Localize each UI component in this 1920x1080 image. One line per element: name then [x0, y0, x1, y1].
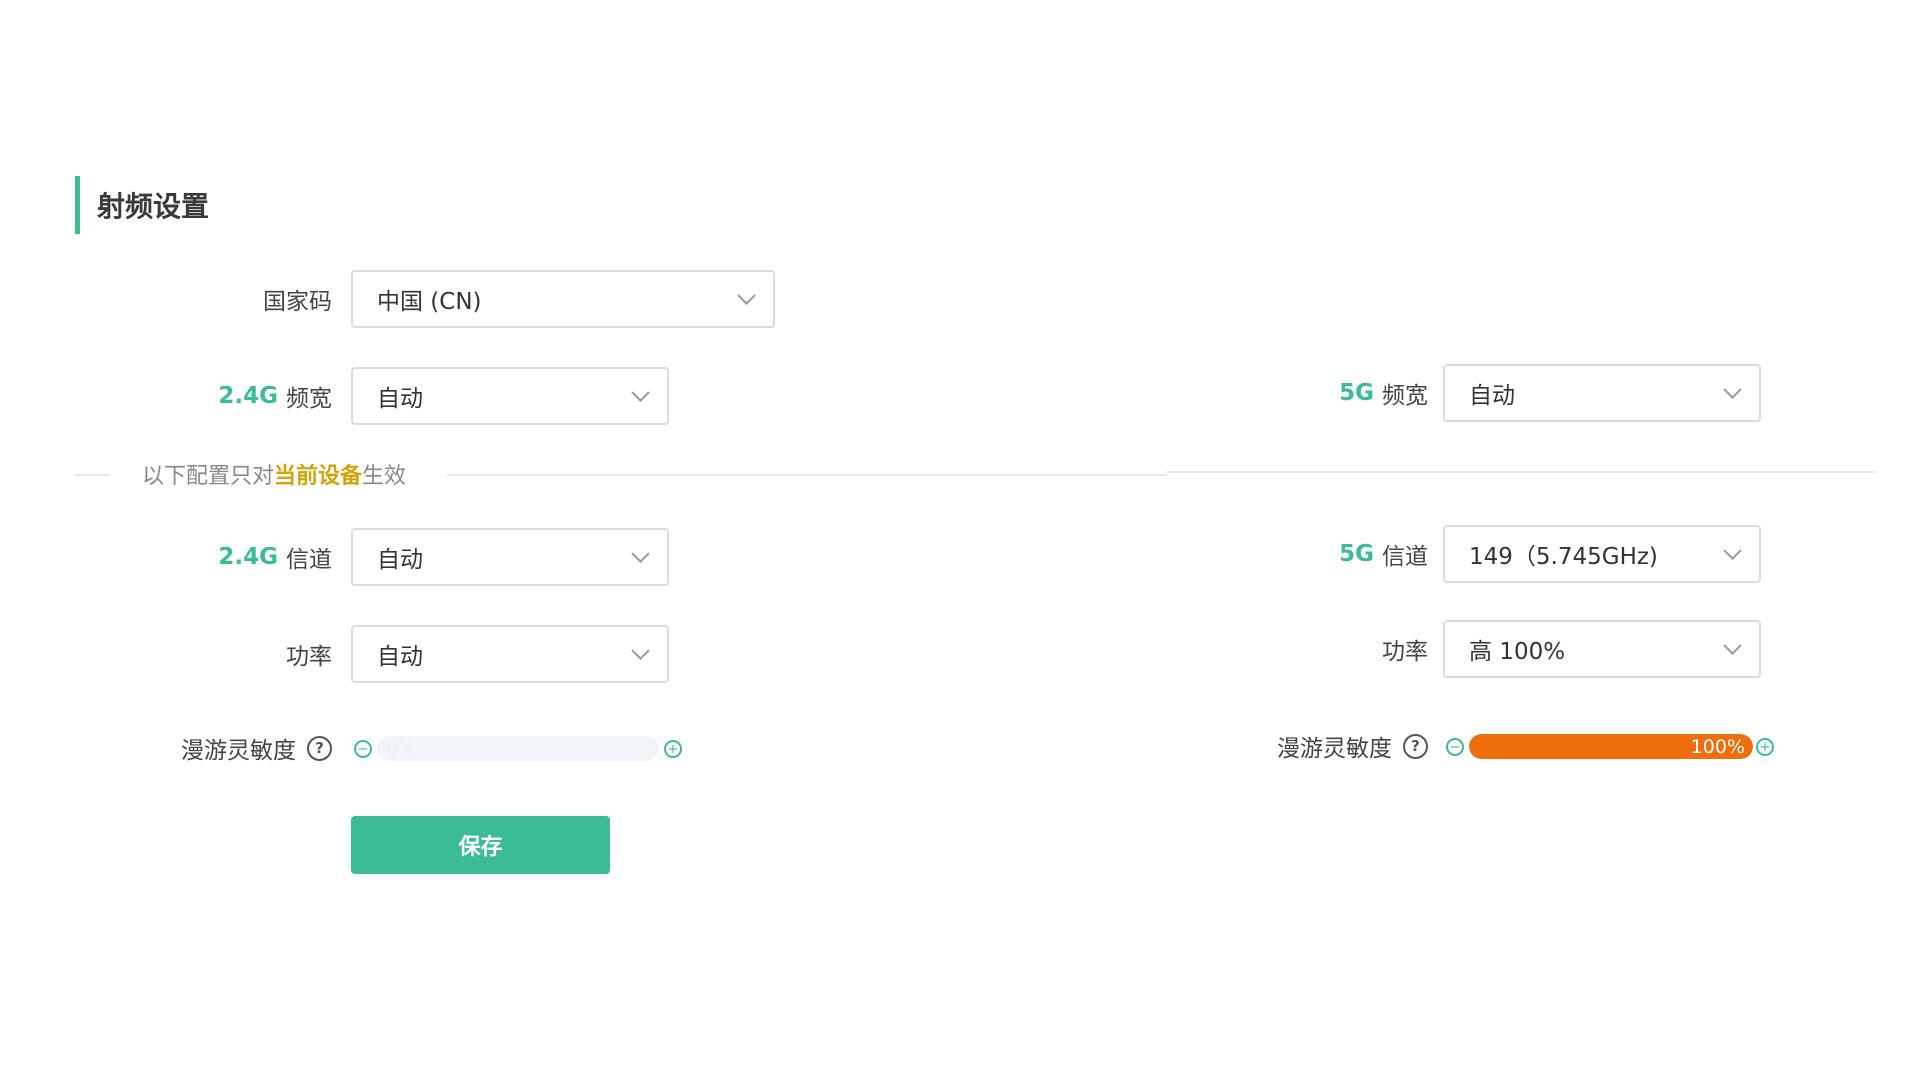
- chevron-down-icon: [1723, 636, 1742, 655]
- band24-roam-label: 漫游灵敏度 ?: [150, 719, 332, 777]
- band5-channel-label: 5G 信道: [1260, 525, 1428, 583]
- band24-roam-increase-button[interactable]: +: [664, 740, 682, 758]
- band24-channel-select[interactable]: 自动: [351, 528, 669, 586]
- band5-power-value: 高 100%: [1469, 639, 1566, 665]
- band5-width-label-text: 频宽: [1382, 383, 1428, 409]
- section-title: 射频设置: [75, 176, 209, 234]
- band5-prefix: 5G: [1339, 541, 1374, 567]
- country-select-value: 中国 (CN): [377, 289, 482, 315]
- band5-roam-decrease-button[interactable]: −: [1446, 738, 1464, 756]
- band5-power-label-text: 功率: [1382, 639, 1428, 665]
- country-label-text: 国家码: [263, 289, 332, 315]
- band5-power-label: 功率: [1290, 620, 1428, 678]
- band5-roam-slider-fill: 100%: [1469, 734, 1753, 759]
- band24-power-select[interactable]: 自动: [351, 625, 669, 683]
- chevron-down-icon: [631, 544, 650, 563]
- band5-channel-label-text: 信道: [1382, 544, 1428, 570]
- band5-channel-value: 149（5.745GHz): [1469, 544, 1658, 570]
- band5-prefix: 5G: [1339, 380, 1374, 406]
- band5-roam-label-text: 漫游灵敏度: [1277, 736, 1392, 762]
- band24-channel-value: 自动: [377, 547, 423, 573]
- radio-settings-page: 射频设置 国家码 中国 (CN) 2.4G 频宽 自动 5G 频宽 自动 以下配…: [0, 0, 1920, 1080]
- band24-roam-value: 0%: [387, 738, 414, 759]
- band24-channel-label: 2.4G 信道: [170, 528, 332, 586]
- band5-roam-increase-button[interactable]: +: [1756, 738, 1774, 756]
- save-button-label: 保存: [458, 835, 503, 860]
- band24-channel-label-text: 信道: [286, 547, 332, 573]
- divider-text-highlight: 当前设备: [274, 464, 363, 489]
- band5-width-select[interactable]: 自动: [1443, 364, 1761, 422]
- divider-text: 以下配置只对 当前设备 生效: [142, 459, 406, 489]
- divider-text-prefix: 以下配置只对: [142, 464, 275, 489]
- divider-line-left: [75, 474, 110, 476]
- save-button[interactable]: 保存: [351, 816, 610, 874]
- chevron-down-icon: [631, 383, 650, 402]
- band24-prefix: 2.4G: [218, 383, 278, 409]
- chevron-down-icon: [631, 641, 650, 660]
- band24-roam-slider[interactable]: 0%: [377, 736, 659, 761]
- country-select[interactable]: 中国 (CN): [351, 270, 775, 328]
- band5-roam-label: 漫游灵敏度 ?: [1240, 717, 1428, 775]
- band24-roam-slider-fill: [377, 736, 385, 761]
- band24-power-label-text: 功率: [286, 644, 332, 670]
- band5-roam-slider[interactable]: 100%: [1469, 734, 1753, 759]
- help-icon[interactable]: ?: [1403, 733, 1428, 759]
- section-title-text: 射频设置: [97, 190, 210, 223]
- chevron-down-icon: [1723, 380, 1742, 399]
- band24-power-value: 自动: [377, 644, 423, 670]
- chevron-down-icon: [737, 286, 756, 305]
- band5-width-label: 5G 频宽: [1260, 364, 1428, 422]
- band24-width-select[interactable]: 自动: [351, 367, 669, 425]
- divider-line-middle: [447, 474, 1167, 476]
- band5-width-value: 自动: [1469, 383, 1515, 409]
- band24-power-label: 功率: [200, 625, 332, 683]
- band24-width-label-text: 频宽: [286, 386, 332, 412]
- help-icon[interactable]: ?: [307, 735, 332, 761]
- divider-text-suffix: 生效: [362, 464, 407, 489]
- chevron-down-icon: [1723, 541, 1742, 560]
- band5-power-select[interactable]: 高 100%: [1443, 620, 1761, 678]
- country-label: 国家码: [200, 270, 332, 328]
- divider-line-right: [1167, 471, 1875, 473]
- band5-roam-value: 100%: [1690, 735, 1745, 758]
- band5-channel-select[interactable]: 149（5.745GHz): [1443, 525, 1761, 583]
- band24-width-label: 2.4G 频宽: [170, 367, 332, 425]
- band24-roam-decrease-button[interactable]: −: [354, 740, 372, 758]
- band24-roam-label-text: 漫游灵敏度: [181, 738, 296, 764]
- band24-width-value: 自动: [377, 386, 423, 412]
- band24-prefix: 2.4G: [218, 544, 278, 570]
